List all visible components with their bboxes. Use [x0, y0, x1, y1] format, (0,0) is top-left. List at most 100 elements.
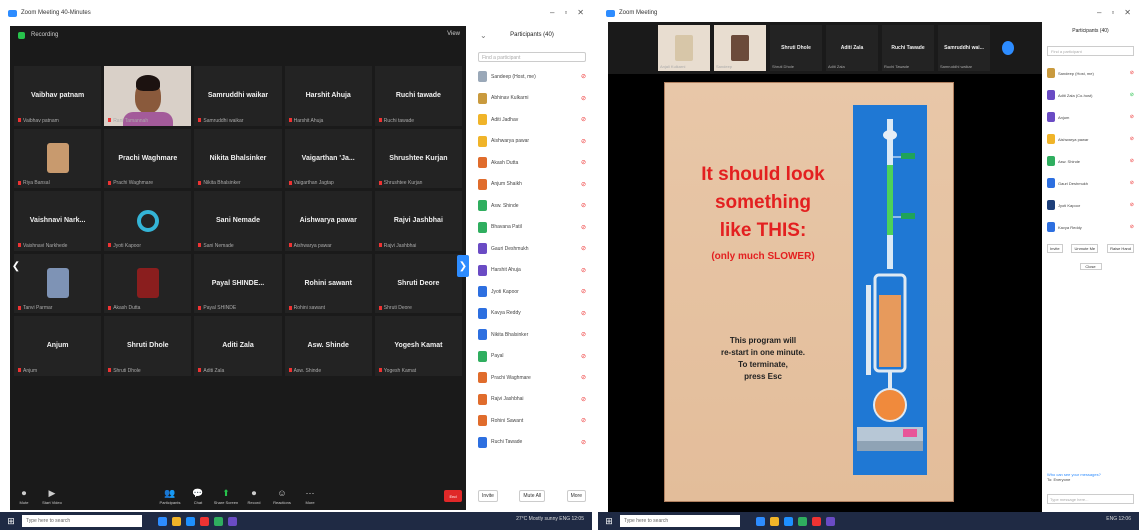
participant-tile[interactable]: Rani Tamannah: [104, 66, 192, 126]
minimize-icon[interactable]: –: [1097, 8, 1101, 17]
participant-row[interactable]: Harshit Ahuja ⊘: [472, 260, 592, 282]
participant-tile[interactable]: Nikita Bhalsinker Nikita Bhalsinker: [194, 128, 282, 188]
participant-tile[interactable]: Payal SHINDE... Payal SHINDE: [194, 253, 282, 313]
participant-tile[interactable]: Vaigarthan 'Ja... Vaigarthan Jagtap: [284, 128, 372, 188]
participant-row[interactable]: Kavya Reddy ⊘: [472, 303, 592, 325]
chevron-down-icon[interactable]: ⌄: [480, 31, 487, 40]
participant-tile[interactable]: Akash Dutta: [104, 253, 192, 313]
participants-invite-button[interactable]: Invite: [478, 490, 498, 502]
taskbar-search-input[interactable]: Type here to search: [22, 515, 142, 527]
participant-tile[interactable]: Ruchi Tawade Ruchi Tawade: [882, 25, 934, 71]
maximize-icon[interactable]: ▫: [564, 8, 567, 17]
participant-row[interactable]: Aishwarya pawar ⊘: [1042, 128, 1139, 150]
participants-invite-button[interactable]: Invite: [1047, 244, 1063, 253]
participant-search-input[interactable]: Find a participant: [478, 52, 586, 62]
participants-raise-hand-button[interactable]: Raise Hand: [1107, 244, 1134, 253]
zoom-app-icon[interactable]: [158, 516, 167, 526]
participant-tile[interactable]: Harshit Ahuja Harshit Ahuja: [284, 66, 372, 126]
chat-recipient[interactable]: To: Everyone: [1047, 477, 1134, 482]
folder-icon[interactable]: [770, 516, 779, 526]
participant-row[interactable]: Nikita Bhalsinker ⊘: [472, 324, 592, 346]
next-page-icon[interactable]: [1002, 41, 1014, 55]
toolbar-button-mute[interactable]: ⏺ Mute: [10, 486, 38, 508]
participant-row[interactable]: Anjum ⊘: [1042, 106, 1139, 128]
participant-search-input[interactable]: Find a participant: [1047, 46, 1134, 56]
participant-row[interactable]: Aditi Zala (Co-host) ⊘: [1042, 84, 1139, 106]
participant-row[interactable]: Gauri Deshmukh ⊘: [1042, 172, 1139, 194]
toolbar-button-share-screen[interactable]: ⬆ Share Screen: [212, 486, 240, 508]
participant-row[interactable]: Jyoti Kapoor ⊘: [1042, 194, 1139, 216]
participant-row[interactable]: Rajvi Jashbhai ⊘: [472, 389, 592, 411]
participant-tile[interactable]: Rohini sawant Rohini sawant: [284, 253, 372, 313]
participant-tile[interactable]: Shruti Dhole Shruti Dhole: [104, 316, 192, 376]
participant-row[interactable]: Rohini Sawant ⊘: [472, 410, 592, 432]
participant-row[interactable]: Prachi Waghmare ⊘: [472, 367, 592, 389]
participant-tile[interactable]: Samruddhi waikar Samruddhi waikar: [194, 66, 282, 126]
participant-tile[interactable]: Aditi Zala Aditi Zala: [194, 316, 282, 376]
edge-icon[interactable]: [784, 516, 793, 526]
participant-row[interactable]: Ruchi Tawade ⊘: [472, 432, 592, 454]
store-icon[interactable]: [228, 516, 237, 526]
close-icon[interactable]: ✕: [577, 8, 584, 17]
participant-row[interactable]: Bhavana Patil ⊘: [472, 217, 592, 239]
participant-row[interactable]: Akash Dutta ⊘: [472, 152, 592, 174]
windows-start-icon[interactable]: ⊞: [4, 514, 18, 528]
minimize-icon[interactable]: –: [550, 8, 554, 17]
toolbar-button-more[interactable]: ⋯ More: [296, 486, 324, 508]
participant-row[interactable]: Asw. Shinde ⊘: [472, 195, 592, 217]
participants-mute-all-button[interactable]: Mute All: [519, 490, 546, 502]
participant-tile[interactable]: Samruddhi wai... Samruddhi waikar: [938, 25, 990, 71]
participant-row[interactable]: Sandeep (Host, me) ⊘: [472, 66, 592, 88]
prev-page-icon[interactable]: ❮: [10, 255, 22, 277]
edge-icon[interactable]: [186, 516, 195, 526]
participant-tile[interactable]: Sani Nemade Sani Nemade: [194, 191, 282, 251]
participant-tile[interactable]: Ruchi tawade Ruchi tawade: [374, 66, 462, 126]
participants-more-button[interactable]: More: [566, 490, 586, 502]
participant-row[interactable]: Jyoti Kapoor ⊘: [472, 281, 592, 303]
participants-unmute-me-button[interactable]: Unmute Me: [1071, 244, 1099, 253]
toolbar-button-chat[interactable]: 💬 Chat: [184, 486, 212, 508]
participant-row[interactable]: Kavya Reddy ⊘: [1042, 216, 1139, 238]
view-button[interactable]: View: [447, 31, 460, 37]
participant-tile[interactable]: Tanvi Parmar: [14, 253, 102, 313]
participant-tile[interactable]: Rajvi Jashbhai Rajvi Jashbhai: [374, 191, 462, 251]
toolbar-button-participants[interactable]: 👥 Participants: [156, 486, 184, 508]
zoom-app-icon[interactable]: [756, 516, 765, 526]
close-button[interactable]: Close: [1079, 263, 1102, 270]
participant-tile[interactable]: Aditi Zala Aditi Zala: [826, 25, 878, 71]
close-icon[interactable]: ✕: [1124, 8, 1131, 17]
toolbar-button-reactions[interactable]: ☺ Reactions: [268, 486, 296, 508]
participant-tile[interactable]: Asw. Shinde Asw. Shinde: [284, 316, 372, 376]
participant-row[interactable]: Anjum Shaikh ⊘: [472, 174, 592, 196]
participant-tile[interactable]: Sandeep: [714, 25, 766, 71]
participant-row[interactable]: Payal ⊘: [472, 346, 592, 368]
participant-tile[interactable]: Yogesh Kamat Yogesh Kamat: [374, 316, 462, 376]
end-button[interactable]: End: [444, 490, 462, 502]
chrome-icon[interactable]: [798, 516, 807, 526]
maximize-icon[interactable]: ▫: [1111, 8, 1114, 17]
chat-input[interactable]: Type message here...: [1047, 494, 1134, 504]
participant-tile[interactable]: Aishwarya pawar Aishwarya pawar: [284, 191, 372, 251]
participant-tile[interactable]: Shruti Deore Shruti Deore: [374, 253, 462, 313]
chrome-icon[interactable]: [214, 516, 223, 526]
store-icon[interactable]: [826, 516, 835, 526]
participant-tile[interactable]: Jyoti Kapoor: [104, 191, 192, 251]
participant-tile[interactable]: Prachi Waghmare Prachi Waghmare: [104, 128, 192, 188]
taskbar-search-input[interactable]: Type here to search: [620, 515, 740, 527]
participant-row[interactable]: Aditi Jadhav ⊘: [472, 109, 592, 131]
participant-tile[interactable]: Riya Bansal: [14, 128, 102, 188]
participant-tile[interactable]: Shruti Dhole Shruti Dhole: [770, 25, 822, 71]
folder-icon[interactable]: [172, 516, 181, 526]
participant-tile[interactable]: Shrushtee Kurjan Shrushtee Kurjan: [374, 128, 462, 188]
shield-icon[interactable]: [18, 31, 25, 39]
toolbar-button-start-video[interactable]: ▶ Start Video: [38, 486, 66, 508]
windows-start-icon[interactable]: ⊞: [602, 514, 616, 528]
participant-row[interactable]: Abhinav Kulkarni ⊘: [472, 88, 592, 110]
participant-tile[interactable]: Vaishnavi Nark... Vaishnavi Narkhede: [14, 191, 102, 251]
app-icon[interactable]: [812, 516, 821, 526]
toolbar-button-record[interactable]: ⏺ Record: [240, 486, 268, 508]
participant-tile[interactable]: Vaibhav patnam Vaibhav patnam: [14, 66, 102, 126]
participant-tile[interactable]: Anjum Anjum: [14, 316, 102, 376]
participant-row[interactable]: Gauri Deshmukh ⊘: [472, 238, 592, 260]
participant-row[interactable]: Asw. Shinde ⊘: [1042, 150, 1139, 172]
